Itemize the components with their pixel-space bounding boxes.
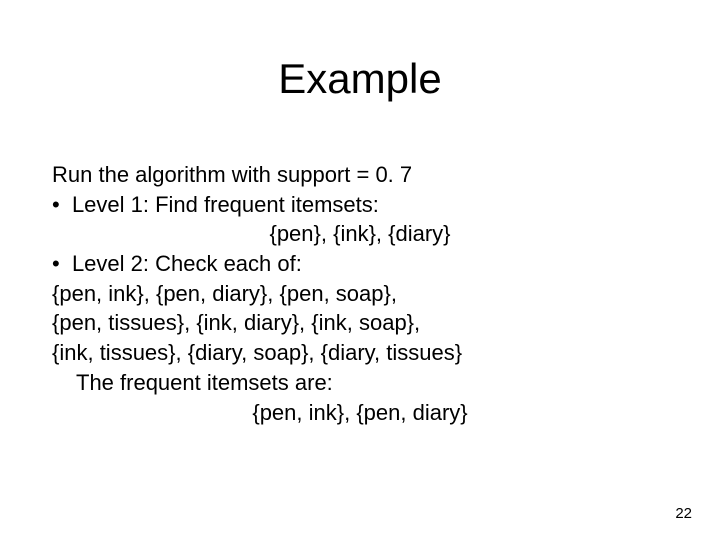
body-line: Run the algorithm with support = 0. 7 xyxy=(52,160,668,190)
body-bullet: Level 1: Find frequent itemsets: xyxy=(52,190,668,220)
body-line: {pen, ink}, {pen, diary}, {pen, soap}, xyxy=(52,279,668,309)
page-number: 22 xyxy=(675,505,692,522)
slide-body: Run the algorithm with support = 0. 7 Le… xyxy=(52,160,668,427)
body-line: {pen, tissues}, {ink, diary}, {ink, soap… xyxy=(52,308,668,338)
body-line: The frequent itemsets are: xyxy=(52,368,668,398)
slide: Example Run the algorithm with support =… xyxy=(0,0,720,540)
body-line: {pen}, {ink}, {diary} xyxy=(52,219,668,249)
body-bullet: Level 2: Check each of: xyxy=(52,249,668,279)
body-line: {pen, ink}, {pen, diary} xyxy=(52,398,668,428)
slide-title: Example xyxy=(0,55,720,103)
body-line: {ink, tissues}, {diary, soap}, {diary, t… xyxy=(52,338,668,368)
